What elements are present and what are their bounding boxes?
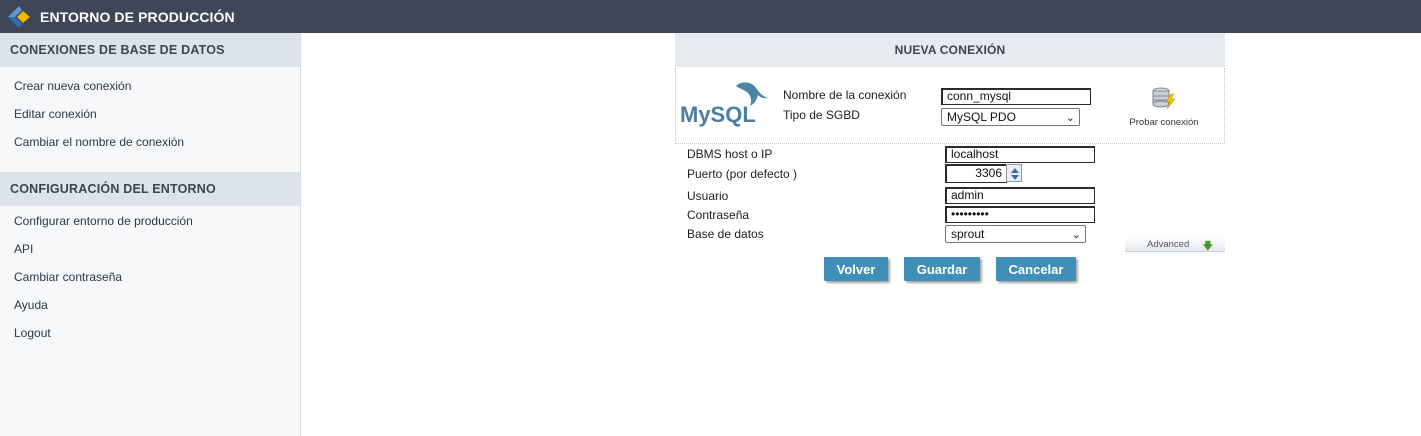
connection-box: MySQL Nombre de la conexión conn_mysql T… — [675, 68, 1225, 144]
user-label: Usuario — [687, 189, 729, 203]
arrow-down-icon: 🡇 — [1202, 241, 1213, 252]
host-input[interactable]: localhost — [945, 146, 1095, 163]
sidebar-item-logout[interactable]: Logout — [0, 319, 300, 347]
sidebar-item-help[interactable]: Ayuda — [0, 291, 300, 319]
sidebar-item-rename-connection[interactable]: Cambiar el nombre de conexión — [0, 128, 300, 156]
sidebar: CONEXIONES DE BASE DE DATOS Crear nueva … — [0, 33, 301, 436]
mysql-logo: MySQL — [680, 82, 768, 127]
database-value: sprout — [951, 227, 985, 241]
dbms-type-label: Tipo de SGBD — [783, 108, 860, 122]
section-header-connections: CONEXIONES DE BASE DE DATOS — [0, 33, 300, 67]
user-input[interactable]: admin — [945, 187, 1095, 204]
new-connection-panel: NUEVA CONEXIÓN MySQL Nombre de la conexi… — [675, 33, 1225, 281]
test-connection-button[interactable]: Probar conexión — [1126, 86, 1202, 128]
save-button[interactable]: Guardar — [904, 257, 980, 281]
connection-name-input[interactable]: conn_mysql — [941, 88, 1091, 105]
chevron-down-icon: ⌄ — [1065, 112, 1075, 124]
app-title: ENTORNO DE PRODUCCIÓN — [40, 8, 235, 25]
chevron-down-icon: ⌄ — [1071, 229, 1081, 241]
top-bar: ENTORNO DE PRODUCCIÓN — [0, 0, 1421, 33]
port-label: Puerto (por defecto ) — [687, 167, 798, 181]
password-label: Contraseña — [687, 208, 750, 222]
port-input[interactable]: 3306 — [945, 164, 1007, 183]
password-input[interactable]: ••••••••• — [945, 206, 1095, 223]
cancel-button[interactable]: Cancelar — [996, 257, 1076, 281]
port-stepper[interactable] — [1006, 164, 1022, 182]
advanced-label: Advanced — [1147, 239, 1190, 250]
test-connection-label: Probar conexión — [1129, 117, 1199, 128]
database-select[interactable]: sprout ⌄ — [945, 225, 1086, 243]
sidebar-item-create-connection[interactable]: Crear nueva conexión — [0, 72, 300, 100]
back-button[interactable]: Volver — [824, 257, 888, 281]
mysql-logo-text: MySQL — [680, 102, 756, 127]
stepper-down-icon[interactable] — [1011, 175, 1019, 180]
stepper-up-icon[interactable] — [1011, 168, 1019, 173]
dbms-type-value: MySQL PDO — [947, 110, 1016, 124]
database-lightning-icon — [1152, 87, 1176, 110]
advanced-toggle[interactable]: Advanced 🡇 — [1125, 237, 1225, 252]
sidebar-item-edit-connection[interactable]: Editar conexión — [0, 100, 300, 128]
sidebar-item-configure-environment[interactable]: Configurar entorno de producción — [0, 207, 300, 235]
connection-name-label: Nombre de la conexión — [783, 88, 907, 102]
dbms-type-select[interactable]: MySQL PDO ⌄ — [941, 108, 1080, 126]
database-label: Base de datos — [687, 227, 764, 241]
sidebar-item-change-password[interactable]: Cambiar contraseña — [0, 263, 300, 291]
host-label: DBMS host o IP — [687, 147, 773, 161]
sidebar-item-api[interactable]: API — [0, 235, 300, 263]
scriptcase-logo-icon — [8, 5, 30, 28]
panel-title: NUEVA CONEXIÓN — [675, 33, 1225, 67]
section-header-environment: CONFIGURACIÓN DEL ENTORNO — [0, 172, 300, 206]
